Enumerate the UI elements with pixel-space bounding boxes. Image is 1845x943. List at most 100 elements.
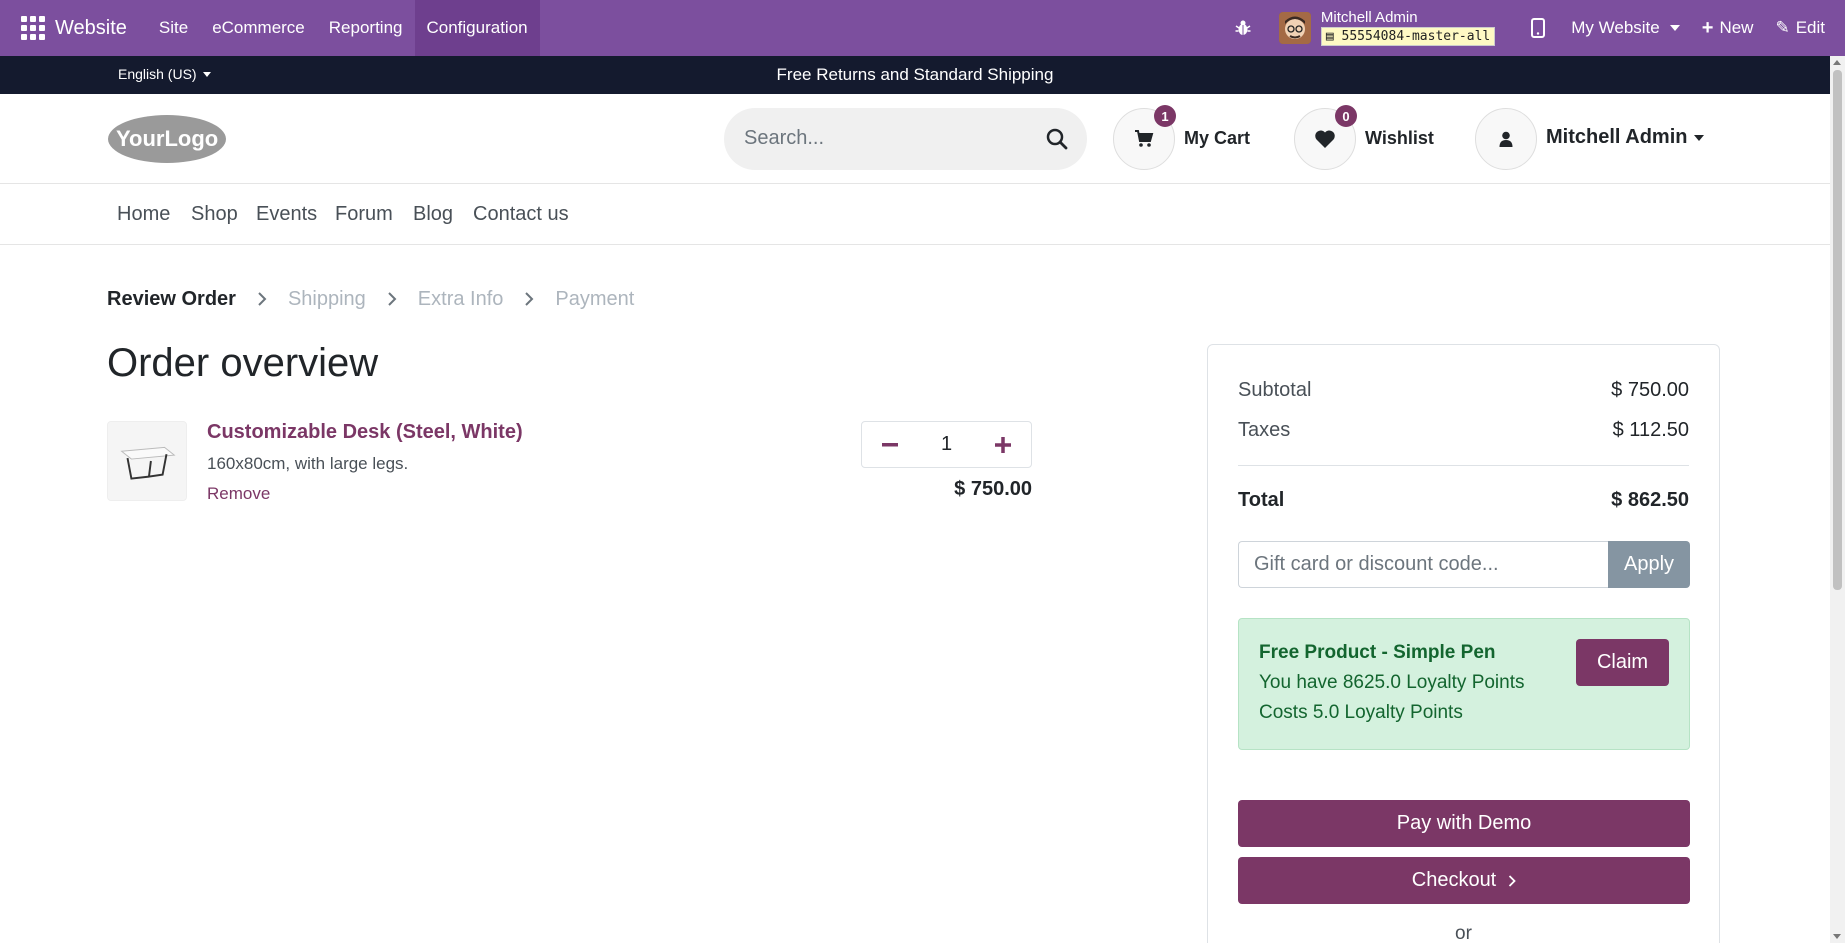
minus-icon	[882, 442, 898, 446]
pencil-icon: ✎	[1775, 18, 1790, 37]
or-separator: or	[1455, 923, 1472, 943]
logo-text: YourLogo	[116, 126, 218, 151]
website-switcher[interactable]: My Website	[1571, 18, 1680, 38]
plus-icon: +	[1701, 16, 1714, 39]
nav-contact-us[interactable]: Contact us	[473, 203, 569, 226]
plus-icon	[995, 436, 1011, 453]
wishlist-button[interactable]: 0	[1294, 105, 1357, 170]
nav-forum[interactable]: Forum	[335, 203, 393, 226]
database-icon: ▤	[1325, 29, 1334, 44]
nav-home[interactable]: Home	[117, 203, 170, 226]
step-review-order[interactable]: Review Order	[107, 288, 236, 311]
pay-with-demo-label: Pay with Demo	[1396, 812, 1532, 834]
search-icon[interactable]	[1045, 127, 1069, 151]
cart-icon	[1135, 130, 1154, 147]
line-item-price: $ 750.00	[954, 478, 1032, 500]
debug-bug-icon[interactable]	[1233, 18, 1253, 38]
quantity-input[interactable]: 1	[918, 433, 975, 456]
user-name: Mitchell Admin	[1320, 9, 1418, 26]
reward-points-balance: You have 8625.0 Loyalty Points	[1259, 672, 1525, 693]
taxes-row: Taxes $ 112.50	[1238, 419, 1689, 442]
checkout-steps: Review Order Shipping Extra Info Payment	[107, 286, 634, 312]
site-header: YourLogo Search... 1 My Cart 0 Wishlist …	[0, 94, 1830, 184]
admin-navbar: Website Site eCommerce Reporting Configu…	[0, 0, 1845, 56]
menu-configuration[interactable]: Configuration	[414, 0, 540, 56]
announcement-bar: English (US) Free Returns and Standard S…	[0, 56, 1830, 94]
heart-icon	[1315, 130, 1335, 148]
step-payment: Payment	[555, 287, 635, 310]
main-nav: Home Shop Events Forum Blog Contact us	[0, 185, 1830, 245]
database-badge: ▤ 55554084-master-all	[1320, 27, 1496, 46]
search-placeholder[interactable]: Search...	[744, 127, 824, 150]
site-logo[interactable]: YourLogo	[107, 114, 227, 164]
chevron-right-icon	[525, 292, 534, 306]
new-button[interactable]: + New	[1702, 17, 1754, 40]
chevron-right-icon	[1509, 874, 1517, 887]
subtotal-value: $ 750.00	[1611, 379, 1689, 401]
apps-menu-icon[interactable]	[18, 13, 48, 43]
user-avatar[interactable]	[1278, 12, 1311, 44]
edit-button-label: Edit	[1795, 18, 1825, 37]
reward-points-cost: Costs 5.0 Loyalty Points	[1259, 702, 1463, 723]
reward-title: Free Product - Simple Pen	[1259, 642, 1496, 663]
order-summary-card: Subtotal $ 750.00 Taxes $ 112.50 Total $…	[1207, 344, 1720, 943]
scroll-down-arrow-icon[interactable]	[1833, 934, 1841, 939]
search-bar[interactable]: Search...	[724, 108, 1087, 170]
chevron-right-icon	[388, 292, 397, 306]
user-menu[interactable]: Mitchell Admin ▤ 55554084-master-all	[1320, 9, 1496, 46]
mobile-preview-icon[interactable]	[1531, 18, 1546, 38]
cart-count-badge: 1	[1154, 105, 1176, 127]
apply-promo-button[interactable]: Apply	[1608, 541, 1690, 588]
scrollbar-thumb[interactable]	[1833, 70, 1842, 590]
cart-label[interactable]: My Cart	[1184, 128, 1250, 149]
wishlist-label[interactable]: Wishlist	[1365, 128, 1434, 149]
total-value: $ 862.50	[1611, 489, 1689, 511]
subtotal-row: Subtotal $ 750.00	[1238, 379, 1689, 402]
account-menu[interactable]: Mitchell Admin	[1546, 126, 1705, 149]
page-scrollbar[interactable]	[1830, 56, 1845, 943]
cart-button[interactable]: 1	[1113, 105, 1176, 170]
total-row: Total $ 862.50	[1238, 489, 1689, 512]
menu-ecommerce[interactable]: eCommerce	[200, 0, 317, 56]
quantity-stepper: 1	[861, 421, 1032, 468]
announcement-message: Free Returns and Standard Shipping	[776, 65, 1054, 84]
checkout-label: Checkout	[1411, 869, 1497, 891]
summary-divider	[1238, 465, 1689, 466]
taxes-value: $ 112.50	[1612, 419, 1689, 441]
account-button[interactable]	[1475, 108, 1537, 170]
promo-code-input[interactable]: Gift card or discount code...	[1238, 541, 1608, 588]
menu-site[interactable]: Site	[147, 0, 200, 56]
scroll-up-arrow-icon[interactable]	[1833, 60, 1841, 65]
nav-blog[interactable]: Blog	[413, 203, 453, 226]
remove-item-link[interactable]: Remove	[207, 484, 270, 504]
edit-button[interactable]: ✎ Edit	[1775, 18, 1825, 38]
promo-code-form: Gift card or discount code... Apply	[1238, 541, 1690, 588]
product-description: 160x80cm, with large legs.	[207, 454, 409, 473]
new-button-label: New	[1719, 18, 1754, 37]
nav-events[interactable]: Events	[256, 203, 317, 226]
chevron-down-icon	[1669, 25, 1680, 31]
chevron-down-icon	[1694, 134, 1705, 141]
decrease-quantity-button[interactable]	[862, 422, 918, 467]
page-title: Order overview	[107, 341, 379, 385]
increase-quantity-button[interactable]	[975, 422, 1031, 467]
step-shipping: Shipping	[287, 287, 366, 310]
database-name: 55554084-master-all	[1341, 29, 1491, 44]
menu-reporting[interactable]: Reporting	[317, 0, 415, 56]
account-name: Mitchell Admin	[1546, 126, 1688, 148]
step-extra-info: Extra Info	[417, 287, 504, 310]
chevron-right-icon	[258, 292, 267, 306]
website-switcher-label: My Website	[1571, 18, 1660, 37]
product-name-link[interactable]: Customizable Desk (Steel, White)	[207, 421, 523, 444]
nav-shop[interactable]: Shop	[191, 203, 238, 226]
subtotal-label: Subtotal	[1238, 379, 1312, 401]
checkout-button[interactable]: Checkout	[1238, 857, 1690, 904]
taxes-label: Taxes	[1238, 419, 1291, 441]
app-name[interactable]: Website	[55, 17, 127, 40]
pay-with-demo-button[interactable]: Pay with Demo	[1238, 800, 1690, 847]
user-icon	[1499, 131, 1513, 147]
claim-reward-button[interactable]: Claim	[1576, 639, 1669, 686]
total-label: Total	[1238, 489, 1285, 511]
loyalty-reward-alert: Free Product - Simple Pen You have 8625.…	[1238, 618, 1690, 750]
product-image[interactable]	[107, 421, 187, 501]
